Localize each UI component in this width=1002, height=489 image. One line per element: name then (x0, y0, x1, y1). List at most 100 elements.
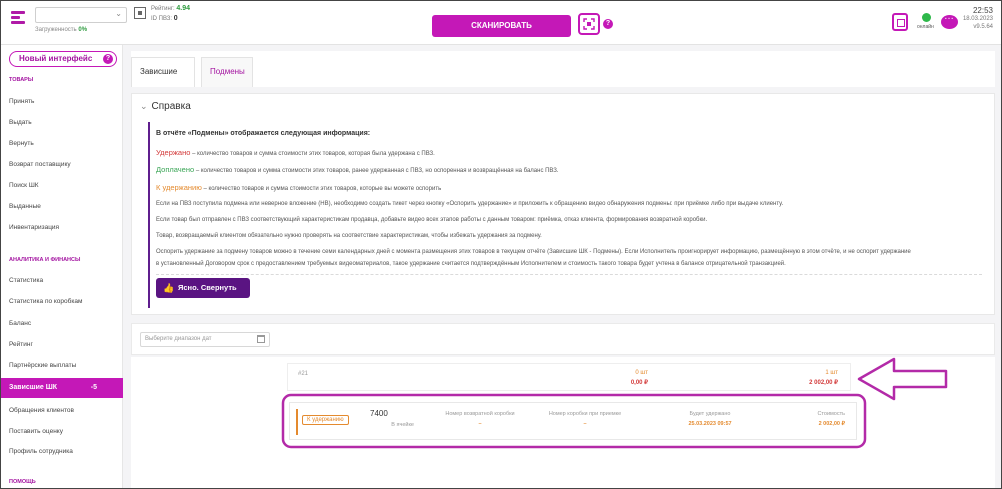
summary-col-to-hold: 1 шт 2 002,00 ₽ (778, 368, 838, 388)
accept-box-col: Номер коробки при приемке – (535, 409, 635, 429)
return-box-header: Номер возвратной коробки (445, 411, 515, 417)
collapse-help-button[interactable]: 👍 Ясно. Свернуть (156, 278, 250, 298)
will-hold-value: 25.03.2023 09:57 (688, 421, 732, 427)
summary-paid-sum: 0,00 ₽ (630, 380, 648, 386)
detail-row[interactable]: К удержанию 7400 В ячейке Номер возвратн… (289, 402, 857, 440)
help-panel: ⌄ Справка В отчёте «Подмены» отображается… (131, 93, 995, 315)
date-range-input[interactable]: Выберите диапазон дат (140, 332, 270, 347)
section-analytics: АНАЛИТИКА И ФИНАНСЫ (9, 257, 81, 263)
cost-col: Стоимость 2 002,00 ₽ (780, 409, 845, 429)
app-window: ⌄ Загруженность 0% Рейтинг: 4.94 ID ПВЗ:… (0, 0, 1002, 489)
sidebar-item-supplier-return[interactable]: Возврат поставщику (9, 161, 71, 168)
collapse-help-label: Ясно. Свернуть (178, 283, 237, 292)
help-line-8: в установленный Договором срок с предост… (156, 261, 786, 267)
paid-text: – количество товаров и сумма стоимости э… (194, 168, 559, 174)
sidebar-item-partner-payouts[interactable]: Партнёрские выплаты (9, 362, 76, 369)
held-key: Удержано (156, 148, 191, 157)
scan-button[interactable]: СКАНИРОВАТЬ (432, 15, 571, 37)
sidebar-item-stuck-barcodes[interactable]: Зависшие ШК -5 (1, 378, 123, 398)
clock-time: 22:53 (972, 6, 993, 15)
help-panel-header[interactable]: ⌄ Справка (140, 101, 191, 112)
tab-stuck-barcodes[interactable]: Зависшие ШК (131, 57, 195, 104)
new-interface-button[interactable]: Новый интерфейс ? (9, 51, 117, 67)
to-hold-key: К удержанию (156, 183, 202, 192)
qr-icon[interactable] (134, 7, 146, 19)
chevron-down-icon: ⌄ (115, 9, 122, 18)
scan-frame-icon[interactable] (578, 13, 600, 35)
paid-key: Доплачено (156, 165, 195, 174)
help-line-5: Если товар был отправлен с ПВЗ соответст… (156, 217, 708, 223)
summary-to-hold-sum: 2 002,00 ₽ (809, 380, 838, 386)
will-hold-header: Будет удержано (689, 411, 731, 417)
help-line-6: Товар, возвращаемый клиентом обязательно… (156, 233, 542, 239)
help-panel-title: Справка (151, 101, 191, 112)
item-id: 7400 (370, 409, 388, 418)
help-content: В отчёте «Подмены» отображается следующа… (148, 122, 986, 308)
calendar-icon[interactable] (257, 335, 265, 343)
online-label: онлайн (917, 24, 934, 30)
help-icon[interactable]: ? (603, 19, 613, 29)
to-hold-text: – количество товаров и сумма стоимости э… (201, 186, 442, 192)
clock: 22:53 18.03.2023 v9.5.64 (963, 7, 993, 31)
sidebar-item-search[interactable]: Поиск ШК (9, 182, 39, 189)
sidebar-item-issue[interactable]: Выдать (9, 119, 32, 126)
sidebar-item-client-requests[interactable]: Обращения клиентов (9, 407, 74, 414)
accept-box-header: Номер коробки при приемке (548, 411, 622, 417)
help-line-4: Если на ПВЗ поступила подмена или неверн… (156, 201, 784, 207)
sidebar-item-label: Зависшие ШК (9, 384, 58, 391)
thumb-up-icon: 👍 (163, 283, 175, 293)
load-indicator: Загруженность 0% (35, 27, 88, 33)
magnifier-icon[interactable] (892, 13, 908, 31)
accept-box-value: – (583, 421, 587, 427)
item-cell: В ячейке (391, 422, 414, 428)
sidebar-item-issued[interactable]: Выданные (9, 203, 41, 210)
sidebar-item-balance[interactable]: Баланс (9, 320, 31, 327)
pvz-id-info: ID ПВЗ: 0 (151, 15, 178, 22)
pvz-select[interactable]: ⌄ (35, 7, 127, 23)
tab-bar: Зависшие ШК Подмены (131, 51, 995, 104)
section-help: ПОМОЩЬ (9, 479, 36, 485)
summary-paid-qty: 0 шт (635, 370, 648, 376)
help-intro: В отчёте «Подмены» отображается следующа… (156, 130, 371, 137)
divider (156, 274, 982, 275)
section-goods: ТОВАРЫ (9, 77, 34, 83)
summary-to-hold-qty: 1 шт (825, 370, 838, 376)
clock-date: 18.03.2023 (962, 16, 993, 22)
online-status-icon (922, 13, 931, 22)
cost-value: 2 002,00 ₽ (818, 421, 845, 427)
sidebar-item-statistics[interactable]: Статистика (9, 277, 43, 284)
sidebar-item-return[interactable]: Вернуть (9, 140, 34, 147)
help-line-held: Удержано – количество товаров и сумма ст… (156, 148, 435, 157)
chevron-down-icon: ⌄ (140, 101, 148, 111)
cost-header: Стоимость (817, 411, 845, 417)
date-range-placeholder: Выберите диапазон дат (145, 336, 212, 342)
sidebar-item-count: -5 (90, 384, 97, 391)
tab-substitutions[interactable]: Подмены (201, 57, 253, 87)
help-line-7: Оспорить удержание за подмену товаров мо… (156, 249, 911, 255)
new-interface-label: Новый интерфейс (19, 54, 93, 63)
menu-logo-icon[interactable] (11, 11, 25, 25)
sidebar-item-inventory[interactable]: Инвентаризация (9, 224, 59, 231)
held-text: – количество товаров и сумма стоимости э… (190, 151, 435, 157)
status-badge: К удержанию (302, 415, 349, 425)
help-icon[interactable]: ? (103, 54, 113, 64)
return-box-col: Номер возвратной коробки – (430, 409, 530, 429)
rating-info: Рейтинг: 4.94 (151, 5, 190, 12)
sidebar-item-employee-profile[interactable]: Профиль сотрудника (9, 448, 73, 455)
sidebar-item-accept[interactable]: Принять (9, 98, 34, 105)
summary-number: #21 (298, 371, 309, 377)
top-header: ⌄ Загруженность 0% Рейтинг: 4.94 ID ПВЗ:… (1, 1, 1001, 45)
filter-bar: Выберите диапазон дат (131, 323, 995, 355)
will-hold-col: Будет удержано 25.03.2023 09:57 (665, 409, 755, 429)
summary-col-paid: 0 шт 0,00 ₽ (588, 368, 648, 388)
help-line-paid: Доплачено – количество товаров и сумма с… (156, 165, 559, 174)
summary-row[interactable]: #21 0 шт 0,00 ₽ 1 шт 2 002,00 ₽ (287, 363, 851, 391)
sidebar-item-box-statistics[interactable]: Статистика по коробкам (9, 298, 82, 305)
app-version: v9.5.64 (973, 24, 993, 30)
sidebar-item-rating[interactable]: Рейтинг (9, 341, 33, 348)
sidebar: Новый интерфейс ? ТОВАРЫ Принять Выдать … (1, 45, 123, 488)
sidebar-item-rate[interactable]: Поставить оценку (9, 428, 63, 435)
status-stripe (296, 409, 298, 435)
help-line-to-hold: К удержанию – количество товаров и сумма… (156, 183, 441, 192)
chat-icon[interactable] (941, 11, 958, 29)
